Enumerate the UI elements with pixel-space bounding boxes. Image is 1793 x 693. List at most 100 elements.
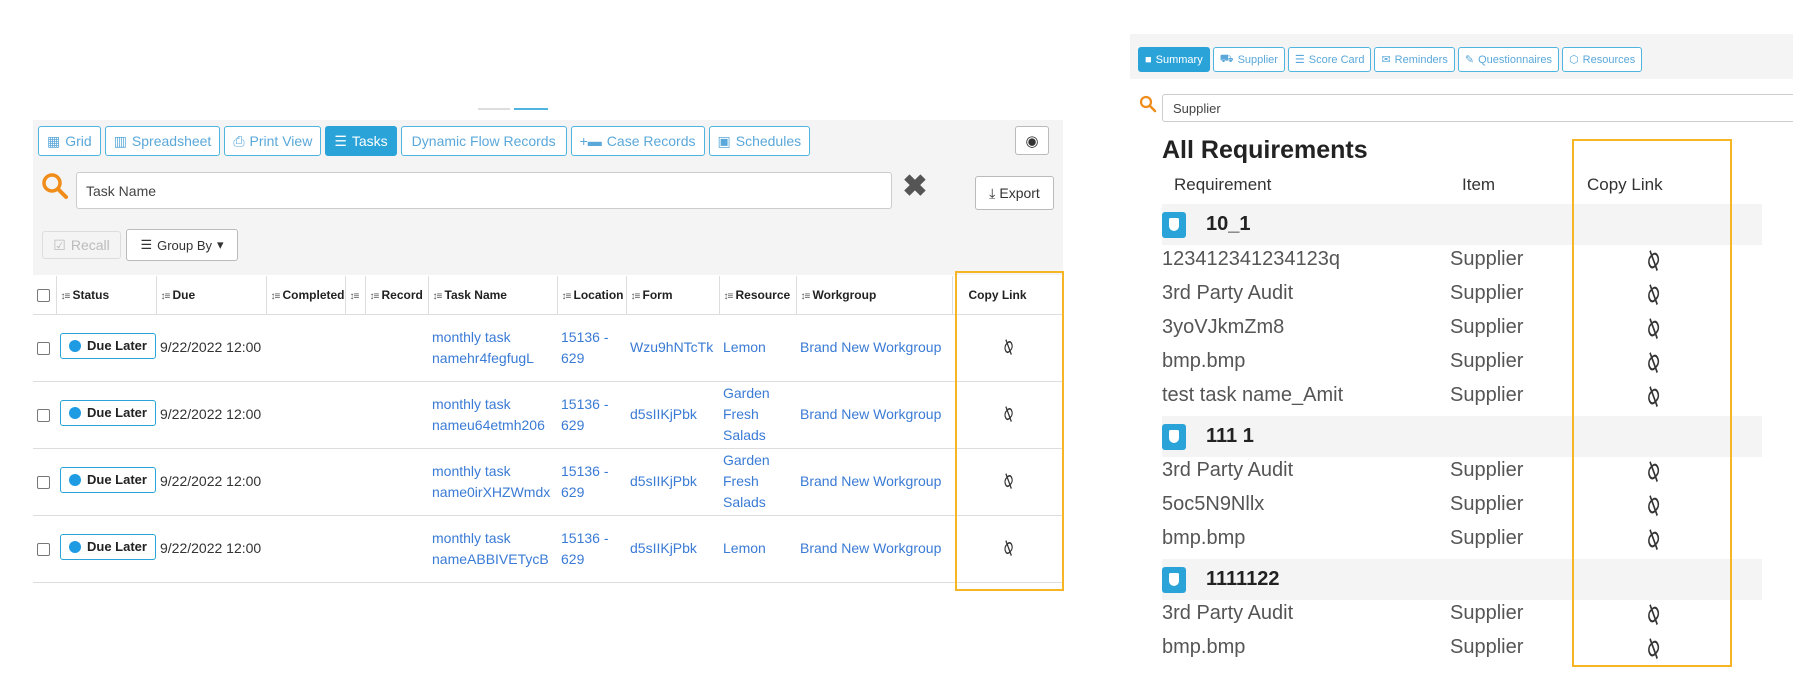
search-input[interactable] (76, 172, 892, 209)
location-link[interactable]: 15136 - 629 (557, 314, 626, 382)
row-checkbox[interactable] (37, 408, 50, 422)
list-item: bmp.bmp Supplier 𝜙 (1162, 526, 1666, 553)
group-by-dropdown[interactable]: ☰ Group By ▾ (126, 229, 238, 261)
copy-link-icon[interactable]: 𝜙 (996, 403, 1019, 426)
workgroup-link[interactable]: Brand New Workgroup (796, 314, 952, 382)
table-row[interactable]: Due Later 9/22/2022 12:00 monthly task n… (33, 515, 1063, 583)
status-badge: Due Later (60, 399, 156, 426)
copy-link-icon[interactable]: 𝜙 (1639, 315, 1666, 342)
form-link[interactable]: d5sIIKjPbk (626, 448, 719, 516)
tab-case-records[interactable]: +▬ Case Records (570, 126, 705, 156)
status-dot-icon (69, 339, 81, 352)
page-title: All Requirements (1162, 136, 1368, 164)
copy-link-icon[interactable]: 𝜙 (996, 470, 1019, 493)
status-badge: Due Later (60, 533, 156, 560)
table-row[interactable]: Due Later 9/22/2022 12:00 monthly task n… (33, 448, 1063, 516)
column-header-copy-link: Copy Link (952, 276, 1063, 315)
location-link[interactable]: 15136 - 629 (557, 381, 626, 449)
workgroup-link[interactable]: Brand New Workgroup (796, 515, 952, 583)
tab-resources[interactable]: ⬡ Resources (1562, 47, 1643, 72)
copy-link-icon[interactable]: 𝜙 (1639, 349, 1666, 376)
column-header-form[interactable]: ↕≡ Form (626, 276, 720, 315)
search-input[interactable] (1162, 94, 1793, 122)
tab-dynamic-flow-records[interactable]: Dynamic Flow Records (400, 126, 567, 156)
resource-link[interactable]: Lemon (719, 515, 796, 583)
truck-icon: ⛟ (1219, 52, 1234, 65)
export-button[interactable]: ⤓ Export (975, 176, 1054, 210)
resource-link[interactable]: Garden Fresh Salads (719, 448, 796, 516)
column-header-completed[interactable]: ↕≡ Completed (266, 276, 346, 315)
row-checkbox[interactable] (37, 475, 50, 489)
due-cell: 9/22/2022 12:00 (156, 381, 345, 449)
form-link[interactable]: Wzu9hNTcTk (626, 314, 719, 382)
copy-link-icon[interactable]: 𝜙 (996, 336, 1019, 359)
tab-supplier[interactable]: ⛟ Supplier (1212, 47, 1285, 72)
copy-link-icon[interactable]: 𝜙 (1639, 601, 1666, 628)
copy-link-icon[interactable]: 𝜙 (1639, 383, 1666, 410)
workgroup-link[interactable]: Brand New Workgroup (796, 448, 952, 516)
form-link[interactable]: d5sIIKjPbk (626, 515, 719, 583)
list-item: 123412341234123q Supplier 𝜙 (1162, 247, 1666, 274)
sort-icon: ↕≡ (800, 290, 811, 302)
workgroup-link[interactable]: Brand New Workgroup (796, 381, 952, 449)
tab-score-card[interactable]: ☰ Score Card (1287, 47, 1372, 72)
column-header-task-name[interactable]: ↕≡ Task Name (428, 276, 558, 315)
requirement-group: 111 1 (1162, 416, 1762, 457)
table-row[interactable]: Due Later 9/22/2022 12:00 monthly task n… (33, 381, 1063, 449)
sort-icon: ↕≡ (349, 290, 360, 302)
column-header-blank[interactable]: ↕≡ (345, 276, 366, 315)
form-link[interactable]: d5sIIKjPbk (626, 381, 719, 449)
column-header-due[interactable]: ↕≡ Due (156, 276, 267, 315)
copy-link-icon[interactable]: 𝜙 (1639, 458, 1666, 485)
copy-link-icon[interactable]: 𝜙 (1639, 492, 1666, 519)
due-cell: 9/22/2022 12:00 (156, 448, 345, 516)
due-cell: 9/22/2022 12:00 (156, 515, 345, 583)
copy-link-icon[interactable]: 𝜙 (1639, 281, 1666, 308)
requirement-group: 10_1 (1162, 204, 1762, 245)
task-name-link[interactable]: monthly task namehr4fegfugL (428, 314, 557, 382)
tab-questionnaires[interactable]: ✎ Questionnaires (1457, 47, 1560, 72)
shield-icon (1162, 211, 1186, 238)
sort-icon: ↕≡ (432, 290, 443, 302)
dashboard-button[interactable]: ◉ (1015, 126, 1049, 155)
tab-schedules[interactable]: ▣ Schedules (708, 126, 811, 156)
column-header-record[interactable]: ↕≡ Record (365, 276, 429, 315)
recall-button[interactable]: ☑ Recall (42, 231, 121, 259)
task-name-link[interactable]: monthly task nameu64etmh206 (428, 381, 557, 449)
status-dot-icon (69, 406, 81, 419)
table-row[interactable]: Due Later 9/22/2022 12:00 monthly task n… (33, 314, 1063, 382)
status-badge: Due Later (60, 332, 156, 359)
column-header-location[interactable]: ↕≡ Location (557, 276, 627, 315)
row-checkbox[interactable] (37, 542, 50, 556)
list-item: 3yoVJkmZm8 Supplier 𝜙 (1162, 315, 1666, 342)
tab-print-view[interactable]: ⎙ Print View (224, 126, 322, 156)
tab-summary[interactable]: ■ Summary (1138, 47, 1210, 72)
list-item: test task name_Amit Supplier 𝜙 (1162, 383, 1666, 410)
column-header-copy-link: Copy Link (1587, 175, 1663, 194)
column-header-resource[interactable]: ↕≡ Resource (719, 276, 797, 315)
copy-link-icon[interactable]: 𝜙 (996, 537, 1019, 560)
location-link[interactable]: 15136 - 629 (557, 448, 626, 516)
column-header-workgroup[interactable]: ↕≡ Workgroup (796, 276, 953, 315)
task-name-link[interactable]: monthly task name0irXHZWmdx (428, 448, 557, 516)
tab-reminders[interactable]: ✉ Reminders (1374, 47, 1455, 72)
sort-icon: ↕≡ (561, 290, 572, 302)
resource-link[interactable]: Lemon (719, 314, 796, 382)
tab-grid[interactable]: ▦ Grid (38, 126, 101, 156)
copy-link-icon[interactable]: 𝜙 (1639, 635, 1666, 662)
copy-link-icon[interactable]: 𝜙 (1639, 247, 1666, 274)
clear-search-icon[interactable]: ✖ (900, 172, 930, 202)
select-all-checkbox[interactable] (33, 276, 57, 315)
column-header-status[interactable]: ↕≡ Status (56, 276, 157, 315)
row-checkbox[interactable] (37, 341, 50, 355)
location-link[interactable]: 15136 - 629 (557, 515, 626, 583)
task-name-link[interactable]: monthly task nameABBIVETycB (428, 515, 557, 583)
tasks-icon: ☰ (334, 133, 347, 149)
resource-link[interactable]: Garden Fresh Salads (719, 381, 796, 449)
due-cell: 9/22/2022 12:00 (156, 314, 345, 382)
tab-tasks[interactable]: ☰ Tasks (325, 126, 397, 156)
calendar-icon: ▣ (717, 133, 731, 149)
sort-icon: ↕≡ (630, 290, 641, 302)
tab-spreadsheet[interactable]: ▥ Spreadsheet (104, 126, 221, 156)
copy-link-icon[interactable]: 𝜙 (1639, 526, 1666, 553)
